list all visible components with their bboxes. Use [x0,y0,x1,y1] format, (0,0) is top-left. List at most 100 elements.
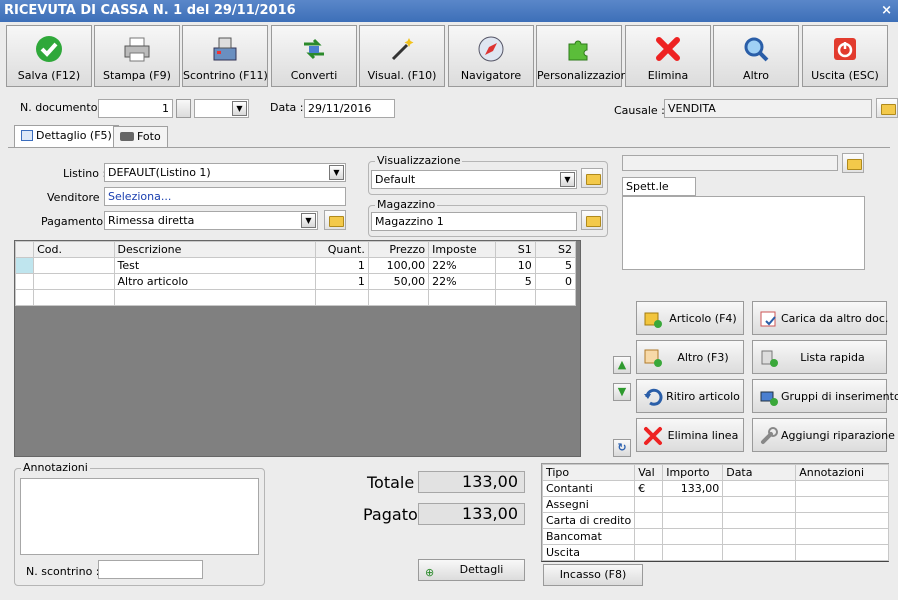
notes-textarea[interactable] [20,478,259,555]
table-row[interactable]: Test 1 100,00 22% 10 5 [14,257,577,274]
cell-data[interactable] [722,496,797,513]
table-row[interactable]: Contanti €133,00 [541,480,889,497]
table-row[interactable]: Carta di credito [541,512,889,529]
details-button[interactable]: ⊕ Dettagli [418,559,525,581]
cell-importo[interactable] [662,496,724,513]
cliente-prefix-input[interactable]: Spett.le [622,177,696,196]
cell-val[interactable] [634,496,664,513]
other-article-button[interactable]: Altro (F3) [636,340,744,374]
chevron-down-icon[interactable]: ▼ [560,172,575,187]
cell-importo[interactable] [662,528,724,545]
other-button[interactable]: Altro [713,25,799,87]
cell-s1[interactable]: 5 [494,273,536,290]
move-down-icon[interactable]: ▼ [613,383,631,401]
col-data[interactable]: Data [722,464,797,481]
cliente-search-input[interactable] [622,155,838,171]
cell-descrizione[interactable] [113,289,316,306]
cell-data[interactable] [722,480,797,497]
table-row[interactable]: Bancomat [541,528,889,545]
cell-annotazioni[interactable] [795,480,889,497]
cell-val[interactable] [634,544,664,561]
cell-s2[interactable]: 0 [534,273,577,290]
save-button[interactable]: Salva (F12) [6,25,92,87]
refresh-icon[interactable]: ↻ [613,439,631,457]
scontrino-input[interactable] [98,560,203,579]
table-row[interactable]: Assegni [541,496,889,513]
payments-table[interactable]: Tipo Val Importo Data Annotazioni Contan… [541,463,889,562]
exit-button[interactable]: Uscita (ESC) [802,25,888,87]
insert-groups-button[interactable]: Gruppi di inserimento [752,379,898,413]
articles-grid[interactable]: Cod. Descrizione Quant. Prezzo Imposte S… [14,240,581,457]
close-icon[interactable]: × [881,0,892,22]
cell-prezzo[interactable]: 50,00 [367,273,430,290]
doc-number-input[interactable]: 1 [98,99,173,118]
table-row[interactable]: Uscita [541,544,889,561]
col-quant[interactable]: Quant. [314,241,369,258]
col-descrizione[interactable]: Descrizione [113,241,316,258]
add-article-button[interactable]: Articolo (F4) [636,301,744,335]
col-prezzo[interactable]: Prezzo [367,241,430,258]
date-input[interactable]: 29/11/2016 [304,99,395,118]
col-annotazioni[interactable]: Annotazioni [795,464,889,481]
return-article-button[interactable]: Ritiro articolo [636,379,744,413]
row-indicator[interactable] [14,289,35,306]
cell-data[interactable] [722,528,797,545]
cell-tipo[interactable]: Carta di credito [541,512,636,529]
cell-importo[interactable] [662,544,724,561]
row-indicator[interactable] [14,273,35,290]
print-button[interactable]: Stampa (F9) [94,25,180,87]
col-val[interactable]: Val [634,464,664,481]
delete-button[interactable]: Elimina [625,25,711,87]
cell-tipo[interactable]: Contanti [541,480,636,497]
cell-importo[interactable]: 133,00 [662,480,724,497]
receipt-button[interactable]: Scontrino (F11) [182,25,268,87]
cell-tipo[interactable]: Uscita [541,544,636,561]
quick-list-button[interactable]: Lista rapida [752,340,887,374]
col-s1[interactable]: S1 [494,241,536,258]
cell-quant[interactable] [314,289,369,306]
load-from-doc-button[interactable]: Carica da altro doc. [752,301,888,335]
table-row[interactable]: Altro articolo 1 50,00 22% 5 0 [14,273,577,290]
tab-foto[interactable]: Foto [113,126,168,148]
causale-input[interactable]: VENDITA [664,99,872,118]
cell-quant[interactable]: 1 [314,257,369,274]
view-button[interactable]: Visual. (F10) [359,25,445,87]
cell-prezzo[interactable]: 100,00 [367,257,430,274]
cell-s2[interactable]: 5 [534,257,577,274]
magazzino-input[interactable]: Magazzino 1 [371,212,577,231]
cell-annotazioni[interactable] [795,496,889,513]
add-repair-button[interactable]: Aggiungi riparazione [752,418,895,452]
visualizzazione-select[interactable]: Default ▼ [371,170,577,189]
cell-quant[interactable]: 1 [314,273,369,290]
customizations-button[interactable]: Personalizzazioni [536,25,631,87]
move-up-icon[interactable]: ▲ [613,356,631,374]
cell-descrizione[interactable]: Test [113,257,316,274]
pagamento-folder-icon[interactable] [324,210,346,230]
cell-annotazioni[interactable] [795,528,889,545]
chevron-down-icon[interactable]: ▼ [232,101,247,116]
cell-tipo[interactable]: Assegni [541,496,636,513]
visualizzazione-folder-icon[interactable] [581,168,603,188]
cell-cod[interactable] [33,289,115,306]
delete-line-button[interactable]: Elimina linea [636,418,744,452]
cell-imposte[interactable]: 22% [428,257,496,274]
cell-val[interactable] [634,528,664,545]
chevron-down-icon[interactable]: ▼ [329,165,344,180]
cell-s1[interactable]: 10 [494,257,536,274]
cell-prezzo[interactable] [367,289,430,306]
listino-select[interactable]: DEFAULT(Listino 1) ▼ [104,163,346,182]
tab-dettaglio[interactable]: Dettaglio (F5) [14,125,119,148]
cell-val[interactable]: € [634,480,664,497]
col-importo[interactable]: Importo [662,464,724,481]
cell-val[interactable] [634,512,664,529]
magazzino-folder-icon[interactable] [581,210,603,230]
cell-imposte[interactable]: 22% [428,273,496,290]
doc-suffix-select[interactable]: ▼ [194,99,249,118]
cell-imposte[interactable] [428,289,496,306]
navigator-button[interactable]: Navigatore [448,25,534,87]
doc-series-button[interactable] [176,99,191,118]
cliente-address-textarea[interactable] [622,196,865,270]
pagamento-select[interactable]: Rimessa diretta ▼ [104,211,318,230]
col-cod[interactable]: Cod. [33,241,115,258]
cell-s2[interactable] [534,289,577,306]
